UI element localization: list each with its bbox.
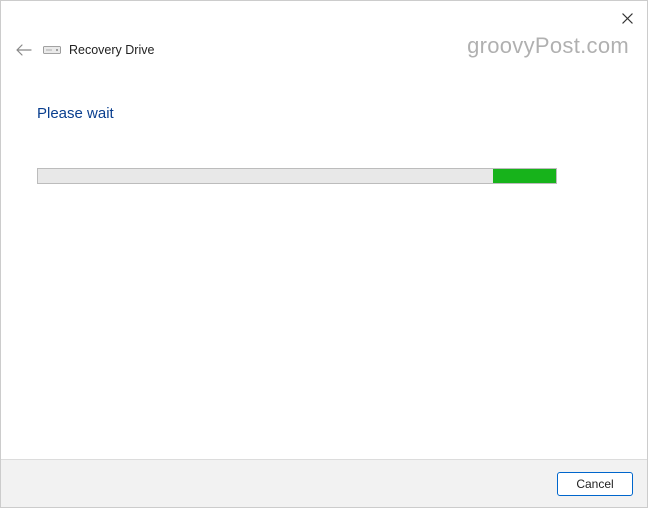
status-heading: Please wait <box>37 105 611 122</box>
wizard-footer: Cancel <box>1 459 647 507</box>
progress-bar <box>37 168 557 184</box>
close-button[interactable] <box>611 5 643 31</box>
wizard-content: Please wait <box>1 69 647 459</box>
wizard-title: Recovery Drive <box>69 43 154 57</box>
back-button[interactable] <box>15 41 33 59</box>
progress-chunk <box>493 169 557 183</box>
back-arrow-icon <box>16 44 32 56</box>
wizard-header: Recovery Drive <box>1 37 647 69</box>
cancel-button[interactable]: Cancel <box>557 472 633 496</box>
recovery-drive-wizard: Recovery Drive groovyPost.com Please wai… <box>0 0 648 508</box>
drive-icon <box>43 43 61 57</box>
titlebar <box>1 1 647 37</box>
close-icon <box>622 13 633 24</box>
